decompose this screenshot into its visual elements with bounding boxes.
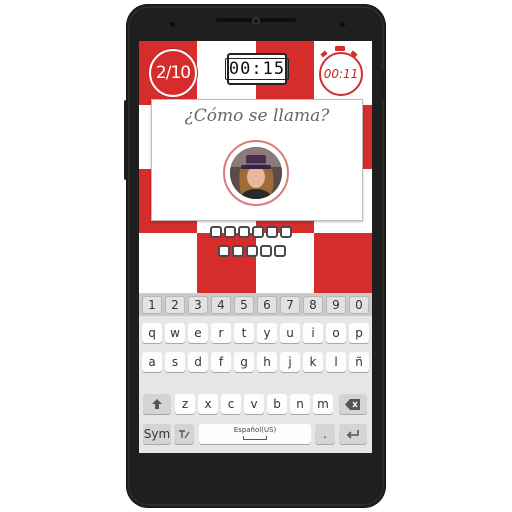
key-p[interactable]: p (349, 323, 369, 343)
key-u[interactable]: u (280, 323, 300, 343)
key-z[interactable]: z (175, 394, 195, 414)
question-card: ¿Cómo se llama? (151, 99, 363, 221)
handwriting-key[interactable] (174, 424, 194, 444)
stopwatch-value: 00:11 (319, 52, 363, 96)
key-t[interactable]: t (234, 323, 254, 343)
key-b[interactable]: b (267, 394, 287, 414)
timer-value: 00:15 (224, 58, 290, 80)
answer-slots-row-2 (218, 245, 286, 257)
key-9[interactable]: 9 (326, 296, 346, 314)
celebrity-photo-illustration (230, 147, 282, 199)
key-s[interactable]: s (165, 352, 185, 372)
checker-cell (197, 233, 256, 297)
space-icon (243, 436, 267, 440)
key-o[interactable]: o (326, 323, 346, 343)
volume-button (124, 100, 128, 180)
answer-slot[interactable] (266, 226, 278, 238)
key-x[interactable]: x (198, 394, 218, 414)
stopwatch-knob (335, 46, 345, 51)
proximity-sensor (170, 22, 175, 27)
celebrity-photo-frame (223, 140, 289, 206)
key-5[interactable]: 5 (234, 296, 254, 314)
key-j[interactable]: j (280, 352, 300, 372)
key-l[interactable]: l (326, 352, 346, 372)
app-screen: 2/10 00:15 00:11 ¿Cómo se llama? 1 2 3 4… (139, 41, 372, 453)
answer-slot[interactable] (218, 245, 230, 257)
key-r[interactable]: r (211, 323, 231, 343)
space-bar[interactable]: Español(US) (199, 424, 311, 444)
checker-cell (139, 233, 198, 297)
key-1[interactable]: 1 (142, 296, 162, 314)
key-e[interactable]: e (188, 323, 208, 343)
key-c[interactable]: c (221, 394, 241, 414)
key-7[interactable]: 7 (280, 296, 300, 314)
score-badge: 2/10 (149, 49, 197, 97)
front-camera-icon (252, 17, 260, 25)
stopwatch-icon: 00:11 (317, 46, 365, 96)
checker-cell (255, 233, 314, 297)
checker-cell (313, 233, 372, 297)
shift-icon (152, 399, 162, 409)
key-8[interactable]: 8 (303, 296, 323, 314)
answer-slot[interactable] (232, 245, 244, 257)
answer-slot[interactable] (274, 245, 286, 257)
key-4[interactable]: 4 (211, 296, 231, 314)
backspace-icon (345, 398, 360, 410)
power-button (382, 70, 386, 100)
backspace-key[interactable] (339, 394, 367, 414)
key-6[interactable]: 6 (257, 296, 277, 314)
question-text: ¿Cómo se llama? (184, 106, 330, 126)
answer-slot[interactable] (260, 245, 272, 257)
answer-slot[interactable] (280, 226, 292, 238)
keyboard-language-label: Español(US) (233, 426, 277, 434)
answer-slot[interactable] (224, 226, 236, 238)
key-v[interactable]: v (244, 394, 264, 414)
key-ñ[interactable]: ñ (349, 352, 369, 372)
shift-key[interactable] (143, 394, 171, 414)
answer-slot[interactable] (246, 245, 258, 257)
handwriting-icon (179, 430, 190, 439)
key-y[interactable]: y (257, 323, 277, 343)
key-i[interactable]: i (303, 323, 323, 343)
key-q[interactable]: q (142, 323, 162, 343)
answer-slot[interactable] (252, 226, 264, 238)
key-k[interactable]: k (303, 352, 323, 372)
key-w[interactable]: w (165, 323, 185, 343)
key-2[interactable]: 2 (165, 296, 185, 314)
number-row: 1234567890 (139, 294, 372, 316)
key-a[interactable]: a (142, 352, 162, 372)
enter-icon (346, 429, 359, 439)
key-n[interactable]: n (290, 394, 310, 414)
key-d[interactable]: d (188, 352, 208, 372)
soft-keyboard: 1234567890 qwertyuiop asdfghjklñ zxcvbnm… (139, 293, 372, 453)
celebrity-photo (230, 147, 282, 199)
sym-key[interactable]: Sym (143, 424, 171, 444)
light-sensor (340, 22, 345, 27)
key-h[interactable]: h (257, 352, 277, 372)
countdown-timer: 00:15 (224, 53, 290, 85)
answer-slots-row-1 (210, 226, 292, 238)
period-key[interactable]: . (315, 424, 335, 444)
key-0[interactable]: 0 (349, 296, 369, 314)
enter-key[interactable] (339, 424, 367, 444)
key-f[interactable]: f (211, 352, 231, 372)
key-3[interactable]: 3 (188, 296, 208, 314)
key-m[interactable]: m (313, 394, 333, 414)
key-g[interactable]: g (234, 352, 254, 372)
answer-slot[interactable] (238, 226, 250, 238)
answer-slot[interactable] (210, 226, 222, 238)
